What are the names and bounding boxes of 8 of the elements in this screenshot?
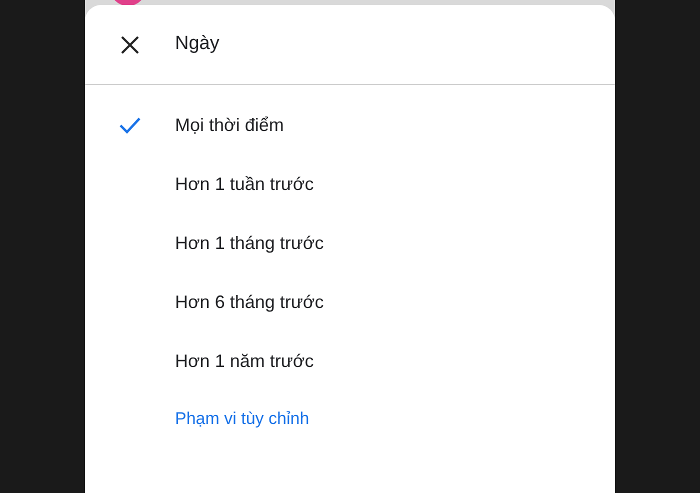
date-option[interactable]: Hơn 1 tháng trước [85,214,615,273]
check-icon [119,117,141,134]
date-option[interactable]: Hơn 1 tuần trước [85,155,615,214]
date-option[interactable]: Hơn 6 tháng trước [85,273,615,332]
custom-range-link[interactable]: Phạm vi tùy chỉnh [175,406,310,432]
date-option[interactable]: Hơn 1 năm trước [85,332,615,391]
close-icon [121,36,139,54]
sheet-title: Ngày [175,32,220,56]
